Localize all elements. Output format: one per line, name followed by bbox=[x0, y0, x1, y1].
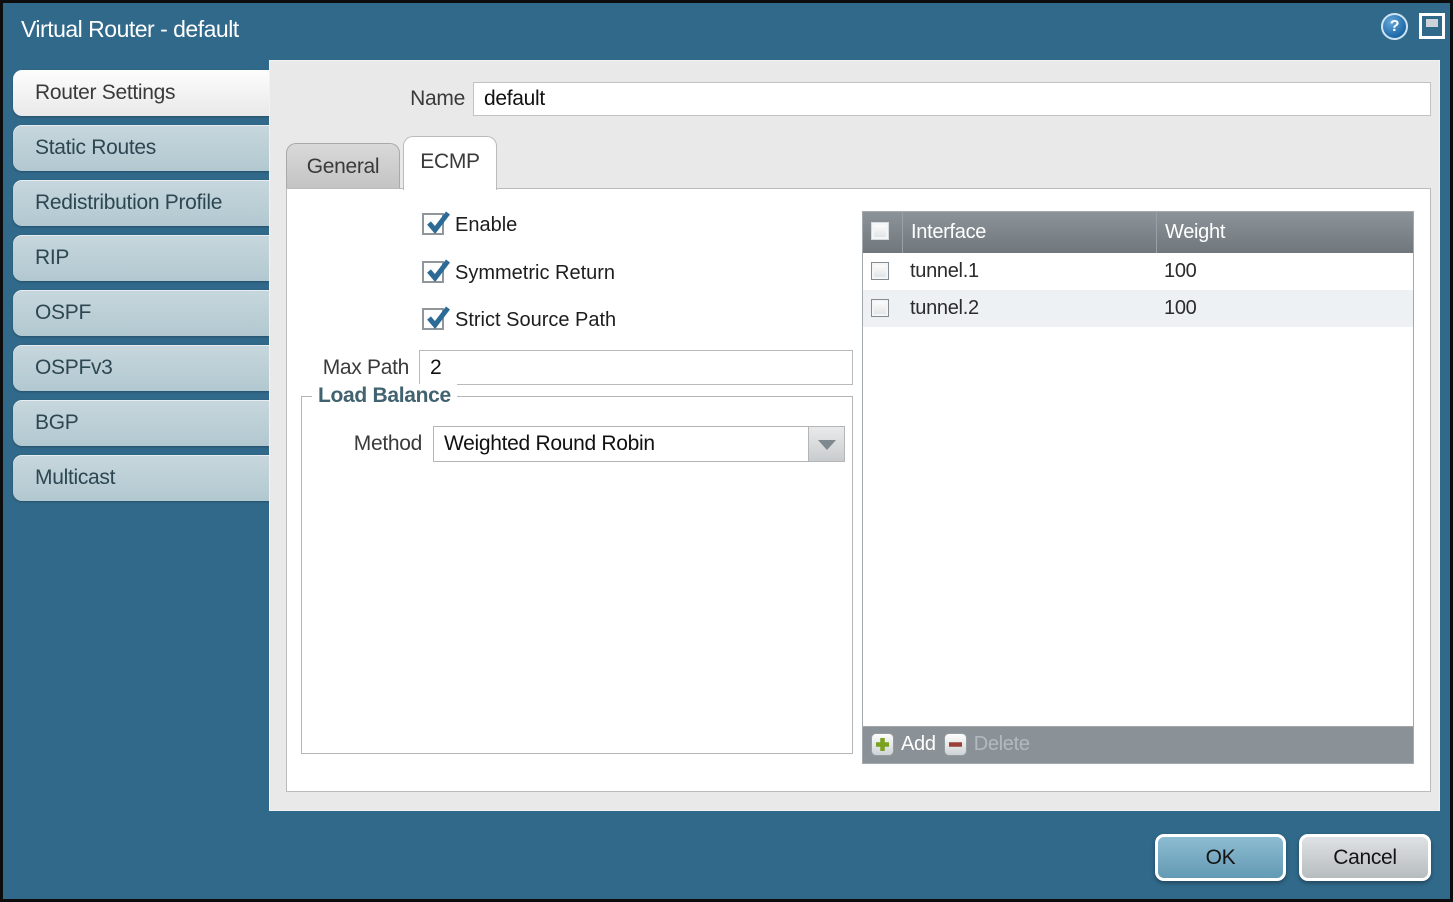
minus-icon bbox=[944, 733, 967, 756]
ecmp-tab-panel: Enable Symmetric Return Strict Source Pa… bbox=[286, 188, 1431, 792]
name-input[interactable] bbox=[473, 82, 1431, 116]
row-checkbox-cell bbox=[863, 290, 902, 327]
window-icon-inner bbox=[1426, 19, 1438, 27]
symmetric-return-checkbox[interactable] bbox=[422, 261, 444, 283]
check-icon bbox=[425, 258, 451, 284]
sidebar-item-router-settings[interactable]: Router Settings bbox=[13, 70, 271, 116]
row-checkbox[interactable] bbox=[871, 262, 889, 280]
method-value: Weighted Round Robin bbox=[444, 427, 655, 461]
delete-label: Delete bbox=[974, 733, 1030, 756]
sidebar-item-rip[interactable]: RIP bbox=[13, 235, 269, 281]
row-checkbox-cell bbox=[863, 253, 902, 290]
enable-label: Enable bbox=[455, 213, 517, 237]
virtual-router-dialog: Virtual Router - default ? Router Settin… bbox=[0, 0, 1453, 902]
symmetric-return-label: Symmetric Return bbox=[455, 261, 615, 285]
load-balance-legend: Load Balance bbox=[312, 384, 457, 408]
ok-button[interactable]: OK bbox=[1155, 834, 1286, 881]
max-path-input[interactable] bbox=[419, 350, 853, 385]
window-icon[interactable] bbox=[1419, 13, 1445, 39]
strict-source-path-label: Strict Source Path bbox=[455, 308, 616, 332]
help-icon[interactable]: ? bbox=[1381, 13, 1408, 40]
load-balance-group: Load Balance Method Weighted Round Robin bbox=[301, 396, 853, 754]
cell-interface: tunnel.1 bbox=[902, 253, 1156, 290]
plus-icon bbox=[871, 733, 894, 756]
row-checkbox[interactable] bbox=[871, 299, 889, 317]
add-button[interactable]: Add bbox=[871, 733, 936, 756]
enable-checkbox[interactable] bbox=[422, 213, 444, 235]
tab-ecmp[interactable]: ECMP bbox=[403, 136, 497, 190]
title-bar: Virtual Router - default ? bbox=[3, 3, 1450, 56]
chevron-down-icon bbox=[818, 440, 836, 450]
cell-weight: 100 bbox=[1156, 253, 1413, 290]
table-empty-area bbox=[863, 327, 1413, 726]
name-label: Name bbox=[343, 82, 465, 115]
method-label: Method bbox=[302, 426, 422, 462]
check-icon bbox=[425, 210, 451, 236]
max-path-label: Max Path bbox=[289, 350, 409, 385]
interface-table: Interface Weight tunnel.1 100 tunnel.2 1… bbox=[862, 211, 1414, 764]
strict-source-path-checkbox[interactable] bbox=[422, 308, 444, 330]
table-header: Interface Weight bbox=[863, 212, 1413, 253]
column-header-interface: Interface bbox=[902, 212, 1156, 253]
select-all-checkbox[interactable] bbox=[871, 222, 889, 240]
column-header-weight: Weight bbox=[1156, 212, 1413, 253]
table-row[interactable]: tunnel.2 100 bbox=[863, 290, 1413, 327]
table-toolbar: Add Delete bbox=[863, 726, 1413, 763]
cancel-button[interactable]: Cancel bbox=[1299, 834, 1431, 881]
table-row[interactable]: tunnel.1 100 bbox=[863, 253, 1413, 290]
check-icon bbox=[425, 305, 451, 331]
cell-interface: tunnel.2 bbox=[902, 290, 1156, 327]
delete-button[interactable]: Delete bbox=[944, 733, 1030, 756]
sidebar-item-static-routes[interactable]: Static Routes bbox=[13, 125, 269, 171]
sidebar-item-ospf[interactable]: OSPF bbox=[13, 290, 269, 336]
header-checkbox-cell bbox=[863, 212, 902, 253]
method-dropdown-button[interactable] bbox=[808, 427, 844, 461]
sidebar-item-redistribution-profile[interactable]: Redistribution Profile bbox=[13, 180, 269, 226]
cell-weight: 100 bbox=[1156, 290, 1413, 327]
method-dropdown[interactable]: Weighted Round Robin bbox=[433, 426, 845, 462]
add-label: Add bbox=[901, 733, 936, 756]
tab-general[interactable]: General bbox=[286, 143, 400, 189]
sidebar-item-bgp[interactable]: BGP bbox=[13, 400, 269, 446]
sidebar-item-ospfv3[interactable]: OSPFv3 bbox=[13, 345, 269, 391]
sidebar-item-multicast[interactable]: Multicast bbox=[13, 455, 269, 501]
dialog-title: Virtual Router - default bbox=[21, 3, 239, 56]
